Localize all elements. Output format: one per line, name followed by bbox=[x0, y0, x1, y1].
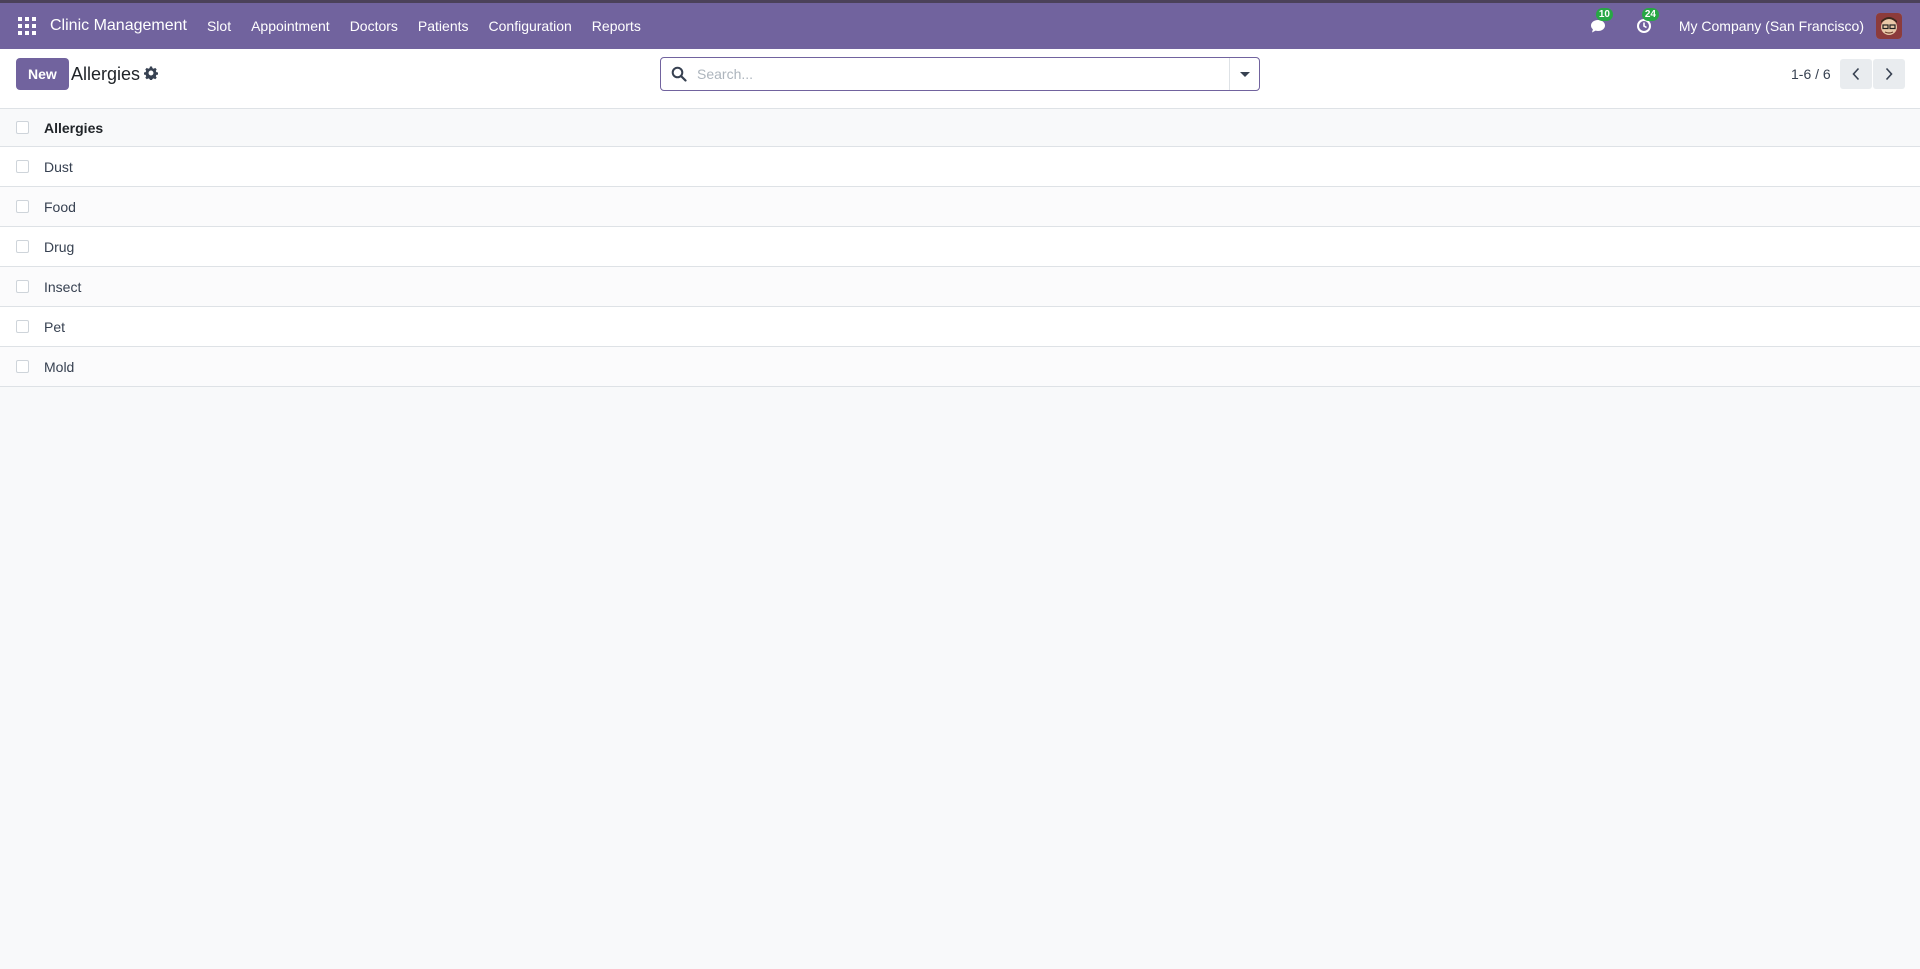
allergy-name-cell: Pet bbox=[44, 318, 66, 335]
search-bar bbox=[660, 57, 1260, 91]
table-row[interactable]: Food bbox=[0, 187, 1920, 227]
search-options-toggle[interactable] bbox=[1229, 58, 1259, 90]
table-row[interactable]: Mold bbox=[0, 347, 1920, 387]
column-header-allergies[interactable]: Allergies bbox=[44, 120, 103, 136]
menu-reports[interactable]: Reports bbox=[592, 18, 641, 34]
activities-badge: 24 bbox=[1641, 8, 1659, 21]
menu-patients[interactable]: Patients bbox=[418, 18, 469, 34]
list-header: Allergies bbox=[0, 109, 1920, 147]
app-brand[interactable]: Clinic Management bbox=[50, 17, 187, 35]
allergy-name-cell: Insect bbox=[44, 278, 82, 295]
row-checkbox[interactable] bbox=[16, 360, 29, 373]
table-row[interactable]: Insect bbox=[0, 267, 1920, 307]
menu-configuration[interactable]: Configuration bbox=[489, 18, 572, 34]
search-icon bbox=[671, 66, 687, 82]
allergy-name-cell: Mold bbox=[44, 358, 75, 375]
pager-previous-button[interactable] bbox=[1840, 59, 1872, 89]
page-title: Allergies bbox=[71, 64, 141, 84]
pager-value[interactable]: 1-6 / 6 bbox=[1791, 66, 1831, 82]
allergy-name-cell: Food bbox=[44, 198, 76, 215]
row-checkbox[interactable] bbox=[16, 320, 29, 333]
messages-icon[interactable]: 10 bbox=[1587, 8, 1613, 37]
table-row[interactable]: Drug bbox=[0, 227, 1920, 267]
control-panel: New Allergies 1-6 / 6 bbox=[0, 49, 1920, 109]
menu-doctors[interactable]: Doctors bbox=[350, 18, 398, 34]
new-button[interactable]: New bbox=[16, 58, 69, 90]
user-avatar[interactable] bbox=[1876, 13, 1902, 39]
allergies-list: Allergies Dust Food Drug Insect Pet Mold bbox=[0, 109, 1920, 387]
menu-slot[interactable]: Slot bbox=[207, 18, 231, 34]
company-switcher[interactable]: My Company (San Francisco) bbox=[1679, 18, 1864, 34]
search-input[interactable] bbox=[697, 59, 1229, 89]
row-checkbox[interactable] bbox=[16, 200, 29, 213]
row-checkbox[interactable] bbox=[16, 160, 29, 173]
caret-down-icon bbox=[1239, 71, 1250, 77]
table-row[interactable]: Pet bbox=[0, 307, 1920, 347]
top-navbar: Clinic Management Slot Appointment Docto… bbox=[0, 0, 1920, 49]
row-checkbox[interactable] bbox=[16, 240, 29, 253]
row-checkbox[interactable] bbox=[16, 280, 29, 293]
chevron-left-icon bbox=[1852, 67, 1860, 81]
gear-icon[interactable] bbox=[144, 66, 158, 80]
pager-next-button[interactable] bbox=[1873, 59, 1905, 89]
apps-menu-icon[interactable] bbox=[18, 17, 36, 35]
menu-appointment[interactable]: Appointment bbox=[251, 18, 330, 34]
allergy-name-cell: Dust bbox=[44, 158, 73, 175]
table-row[interactable]: Dust bbox=[0, 147, 1920, 187]
select-all-checkbox[interactable] bbox=[16, 121, 29, 134]
activities-icon[interactable]: 24 bbox=[1633, 8, 1659, 37]
chevron-right-icon bbox=[1885, 67, 1893, 81]
allergy-name-cell: Drug bbox=[44, 238, 75, 255]
messages-badge: 10 bbox=[1595, 8, 1613, 21]
systray: 10 24 My Company (San Francisco) bbox=[1587, 8, 1920, 39]
